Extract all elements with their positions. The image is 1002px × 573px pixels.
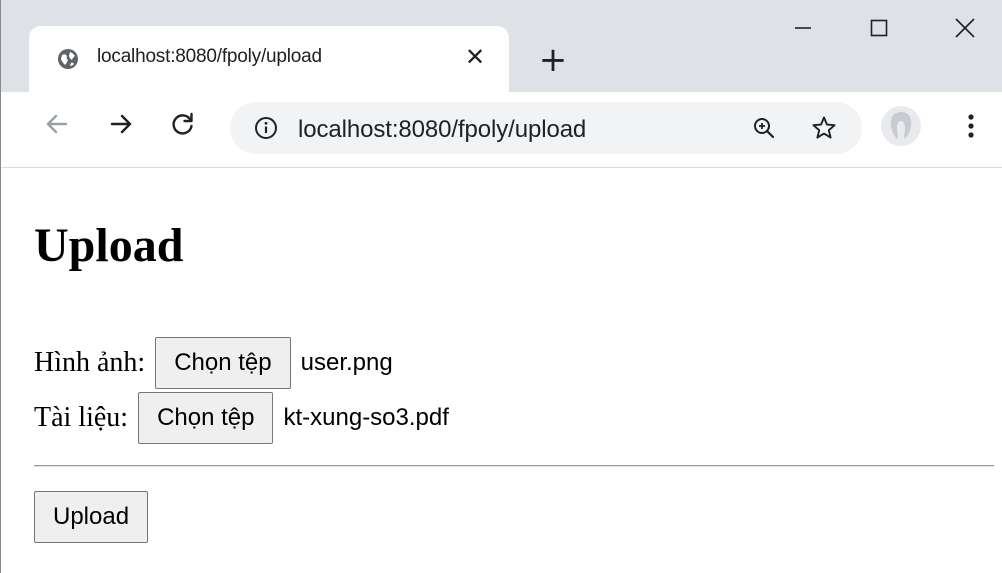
page-title: Upload xyxy=(34,219,184,272)
maximize-icon xyxy=(869,18,889,43)
tab-strip: localhost:8080/fpoly/upload ✕ + xyxy=(1,0,1002,92)
image-field-label: Hình ảnh: xyxy=(34,347,146,378)
back-button[interactable] xyxy=(37,106,77,146)
image-field-row: Hình ảnh: Chọn tệp user.png xyxy=(34,335,393,391)
upload-submit-button[interactable]: Upload xyxy=(34,491,149,543)
maximize-button[interactable] xyxy=(841,0,917,60)
reload-button[interactable] xyxy=(163,106,203,146)
globe-icon xyxy=(57,48,79,70)
star-icon[interactable] xyxy=(810,114,838,142)
zoom-icon[interactable] xyxy=(750,114,778,142)
document-file-name: kt-xung-so3.pdf xyxy=(283,404,449,431)
info-icon[interactable] xyxy=(252,114,280,142)
arrow-right-icon xyxy=(108,111,134,142)
kebab-menu-icon[interactable] xyxy=(951,106,991,146)
choose-image-button[interactable]: Chọn tệp xyxy=(155,337,291,389)
minimize-button[interactable] xyxy=(765,0,841,60)
image-file-name: user.png xyxy=(300,349,393,376)
minimize-icon xyxy=(793,18,813,43)
new-tab-button[interactable]: + xyxy=(537,43,569,77)
active-tab[interactable]: localhost:8080/fpoly/upload ✕ xyxy=(29,26,509,92)
url-text: localhost:8080/fpoly/upload xyxy=(298,116,587,143)
browser-toolbar: localhost:8080/fpoly/upload xyxy=(1,92,1002,168)
avatar-icon[interactable] xyxy=(881,106,921,146)
tab-close-icon[interactable]: ✕ xyxy=(462,44,488,70)
reload-icon xyxy=(170,111,196,142)
close-window-button[interactable] xyxy=(927,0,1002,60)
browser-window: localhost:8080/fpoly/upload ✕ + localhos… xyxy=(0,0,1002,573)
tab-title: localhost:8080/fpoly/upload xyxy=(97,46,322,67)
arrow-left-icon xyxy=(44,111,70,142)
document-field-label: Tài liệu: xyxy=(34,402,129,433)
choose-document-button[interactable]: Chọn tệp xyxy=(138,392,274,444)
page-content: Upload Hình ảnh: Chọn tệp user.png Tài l… xyxy=(1,168,1002,573)
forward-button[interactable] xyxy=(101,106,141,146)
document-field-row: Tài liệu: Chọn tệp kt-xung-so3.pdf xyxy=(34,390,449,446)
form-divider xyxy=(34,465,994,467)
close-icon xyxy=(954,17,976,44)
address-bar[interactable]: localhost:8080/fpoly/upload xyxy=(230,102,862,154)
